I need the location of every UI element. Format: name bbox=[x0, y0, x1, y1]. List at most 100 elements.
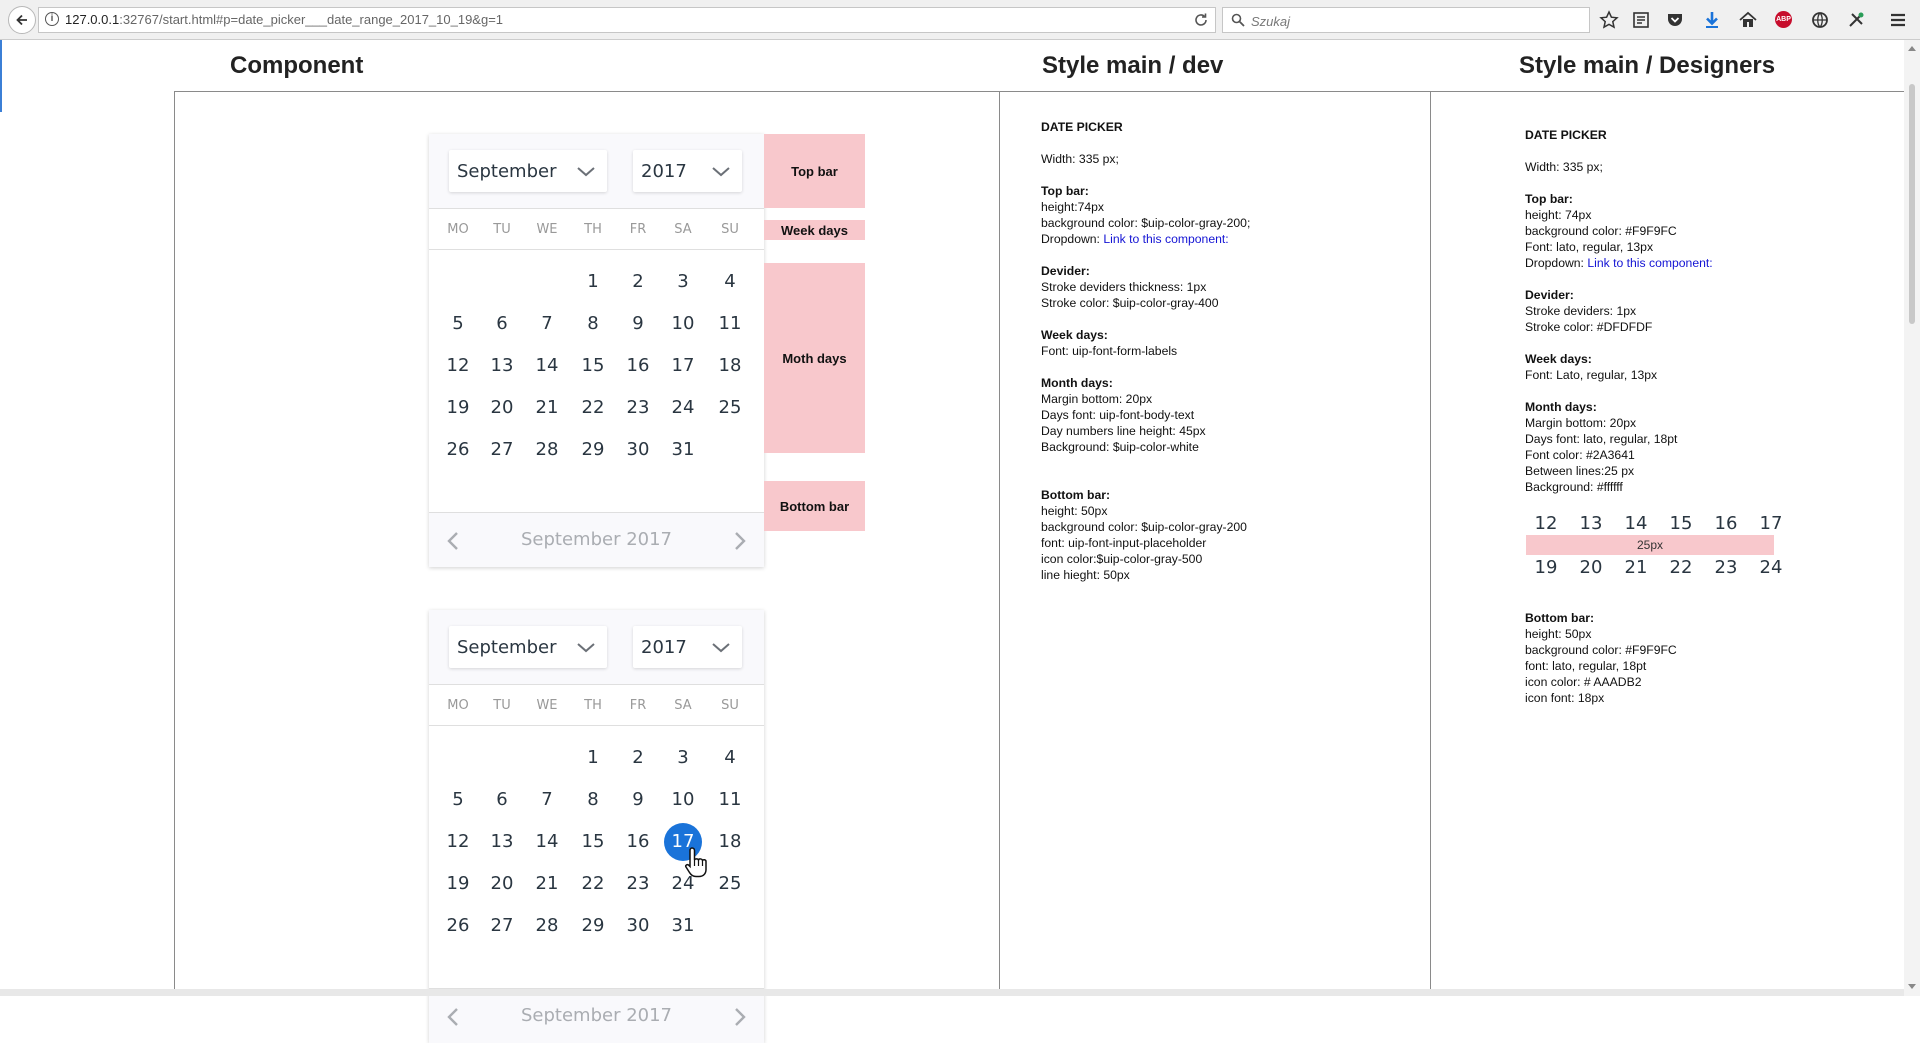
day-cell[interactable]: 8 bbox=[571, 781, 615, 819]
menu-icon[interactable] bbox=[1888, 10, 1908, 30]
day-cell[interactable]: 14 bbox=[525, 823, 569, 861]
day-cell[interactable]: 22 bbox=[571, 389, 615, 427]
day-cell[interactable]: 25 bbox=[708, 865, 752, 903]
day-cell[interactable]: 21 bbox=[525, 865, 569, 903]
day-cell[interactable]: 17 bbox=[661, 347, 705, 385]
day-cell[interactable]: 20 bbox=[480, 389, 524, 427]
day-cell[interactable]: 10 bbox=[661, 781, 705, 819]
day-cell[interactable]: 9 bbox=[616, 305, 660, 343]
day-cell[interactable]: 18 bbox=[708, 823, 752, 861]
reader-icon[interactable] bbox=[1631, 10, 1651, 30]
star-icon[interactable] bbox=[1599, 10, 1619, 30]
day-cell[interactable]: 30 bbox=[616, 431, 660, 469]
day-cell[interactable]: 6 bbox=[480, 305, 524, 343]
day-cell[interactable]: 25 bbox=[708, 389, 752, 427]
day-cell[interactable]: 23 bbox=[616, 389, 660, 427]
info-icon[interactable]: i bbox=[45, 12, 59, 26]
day-cell[interactable]: 26 bbox=[436, 907, 480, 945]
day-cell[interactable]: 16 bbox=[616, 347, 660, 385]
day-cell[interactable]: 22 bbox=[571, 865, 615, 903]
day-cell[interactable]: 10 bbox=[661, 305, 705, 343]
weekday-label: FR bbox=[629, 222, 647, 237]
day-cell[interactable]: 27 bbox=[480, 907, 524, 945]
spec-line: Dropdown: Link to this component: bbox=[1525, 255, 1865, 271]
reload-icon[interactable] bbox=[1193, 12, 1209, 28]
search-bar[interactable] bbox=[1222, 7, 1590, 33]
day-cell[interactable]: 28 bbox=[525, 431, 569, 469]
home-icon[interactable] bbox=[1738, 10, 1758, 30]
vertical-scrollbar[interactable] bbox=[1904, 40, 1920, 996]
adblock-icon[interactable]: ABP bbox=[1775, 11, 1792, 28]
day-cell[interactable]: 15 bbox=[571, 823, 615, 861]
day-cell[interactable]: 14 bbox=[525, 347, 569, 385]
day-cell[interactable]: 21 bbox=[525, 389, 569, 427]
day-cell[interactable]: 7 bbox=[525, 305, 569, 343]
day-cell[interactable]: 3 bbox=[661, 263, 705, 301]
day-cell[interactable]: 12 bbox=[436, 347, 480, 385]
scroll-down-icon[interactable] bbox=[1908, 984, 1916, 989]
day-cell[interactable]: 1 bbox=[571, 263, 615, 301]
demo-day: 12 bbox=[1534, 513, 1558, 534]
year-dropdown[interactable]: 2017 bbox=[633, 626, 742, 668]
day-cell[interactable]: 19 bbox=[436, 865, 480, 903]
day-cell[interactable]: 5 bbox=[436, 781, 480, 819]
day-cell[interactable]: 28 bbox=[525, 907, 569, 945]
day-cell[interactable]: 23 bbox=[616, 865, 660, 903]
url-bar[interactable]: i 127.0.0.1:32767/start.html#p=date_pick… bbox=[38, 7, 1216, 33]
day-cell[interactable]: 15 bbox=[571, 347, 615, 385]
spec-line: Stroke color: #DFDFDF bbox=[1525, 320, 1653, 334]
day-cell[interactable]: 18 bbox=[708, 347, 752, 385]
day-cell[interactable]: 29 bbox=[571, 907, 615, 945]
day-cell[interactable]: 27 bbox=[480, 431, 524, 469]
chevron-right-icon[interactable] bbox=[734, 532, 746, 550]
day-cell[interactable]: 2 bbox=[616, 739, 660, 777]
day-cell[interactable]: 3 bbox=[661, 739, 705, 777]
horizontal-scrollbar[interactable] bbox=[0, 989, 1904, 996]
search-input[interactable] bbox=[1249, 10, 1573, 32]
pocket-icon[interactable] bbox=[1665, 10, 1685, 30]
day-cell[interactable]: 13 bbox=[480, 347, 524, 385]
day-cell[interactable]: 11 bbox=[708, 305, 752, 343]
day-cell[interactable]: 26 bbox=[436, 431, 480, 469]
scrollbar-thumb[interactable] bbox=[1909, 84, 1915, 324]
vpn-icon[interactable] bbox=[1810, 10, 1830, 30]
day-cell[interactable]: 2 bbox=[616, 263, 660, 301]
day-cell[interactable]: 11 bbox=[708, 781, 752, 819]
day-cell[interactable]: 8 bbox=[571, 305, 615, 343]
month-dropdown[interactable]: September bbox=[449, 626, 607, 668]
year-dropdown[interactable]: 2017 bbox=[633, 150, 742, 192]
component-link[interactable]: Link to this component: bbox=[1587, 256, 1712, 270]
day-cell[interactable]: 16 bbox=[616, 823, 660, 861]
day-cell[interactable]: 5 bbox=[436, 305, 480, 343]
day-cell[interactable]: 31 bbox=[661, 431, 705, 469]
day-cell[interactable]: 4 bbox=[708, 739, 752, 777]
day-cell[interactable]: 9 bbox=[616, 781, 660, 819]
download-icon[interactable] bbox=[1702, 10, 1722, 30]
spec-top-bar-heading: Top bar: bbox=[1041, 184, 1089, 198]
year-value: 2017 bbox=[641, 637, 687, 658]
day-cell[interactable]: 24 bbox=[661, 389, 705, 427]
component-link[interactable]: Link to this component: bbox=[1103, 232, 1228, 246]
day-cell[interactable]: 30 bbox=[616, 907, 660, 945]
month-dropdown[interactable]: September bbox=[449, 150, 607, 192]
day-cell[interactable]: 13 bbox=[480, 823, 524, 861]
day-cell[interactable]: 12 bbox=[436, 823, 480, 861]
day-cell[interactable]: 6 bbox=[480, 781, 524, 819]
day-cell[interactable]: 7 bbox=[525, 781, 569, 819]
day-cell[interactable]: 29 bbox=[571, 431, 615, 469]
demo-day: 21 bbox=[1624, 557, 1648, 578]
day-cell[interactable]: 4 bbox=[708, 263, 752, 301]
day-cell[interactable]: 1 bbox=[571, 739, 615, 777]
scroll-up-icon[interactable] bbox=[1908, 46, 1916, 51]
day-cell[interactable]: 20 bbox=[480, 865, 524, 903]
spec-line: background color: #F9F9FC bbox=[1525, 643, 1677, 657]
spec-dropdown-label: Dropdown: bbox=[1525, 256, 1588, 270]
day-cell[interactable]: 31 bbox=[661, 907, 705, 945]
spec-line: Day numbers line height: 45px bbox=[1041, 424, 1206, 438]
day-cell[interactable]: 19 bbox=[436, 389, 480, 427]
weekday-label: SU bbox=[721, 698, 739, 713]
url-text: 127.0.0.1:32767/start.html#p=date_picker… bbox=[65, 12, 503, 27]
back-button[interactable] bbox=[8, 6, 36, 34]
chevron-right-icon[interactable] bbox=[734, 1008, 746, 1026]
tools-icon[interactable] bbox=[1846, 10, 1866, 30]
